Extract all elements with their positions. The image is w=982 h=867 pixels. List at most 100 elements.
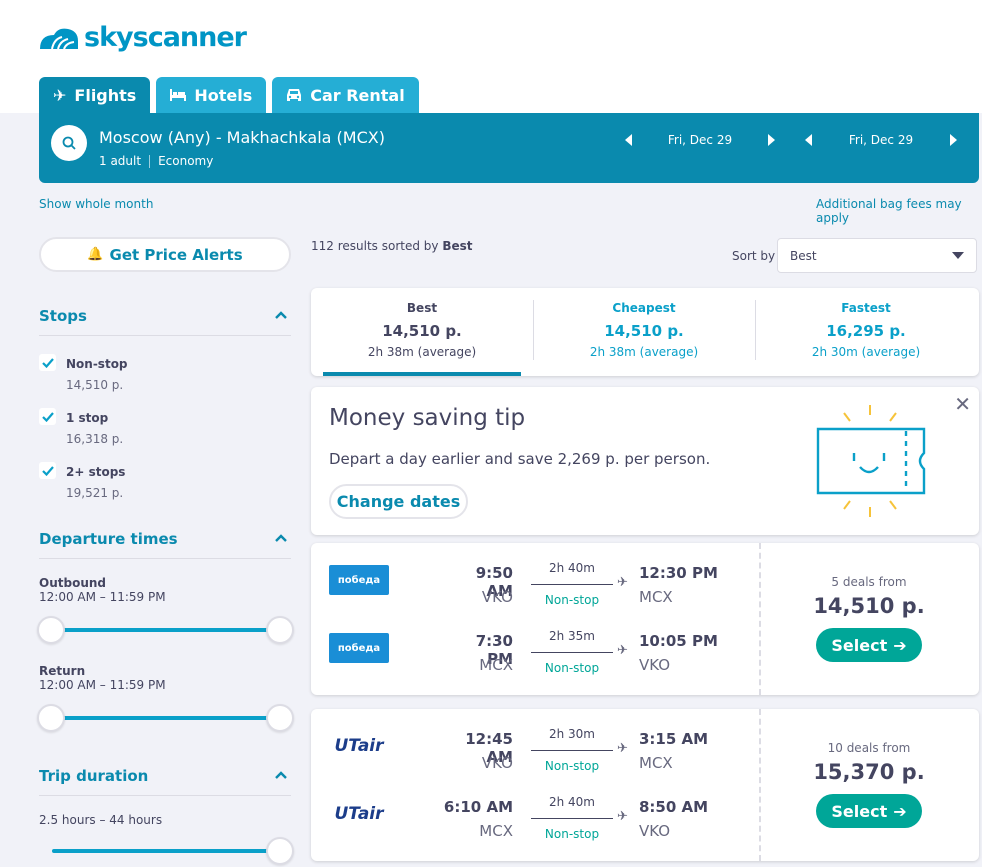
stop-option-one-stop[interactable]: 1 stop 16,318 р.	[39, 408, 123, 446]
results-count-text: 112 results sorted by	[311, 239, 443, 253]
chevron-up-icon	[275, 534, 287, 542]
return-range: 12:00 AM – 11:59 PM	[39, 678, 166, 692]
stops-section-header[interactable]: Stops	[39, 307, 291, 336]
arrival-time: 10:05 PM	[639, 632, 718, 650]
check-icon	[41, 411, 54, 422]
return-slider-end-handle[interactable]	[266, 704, 294, 732]
cabin-class-text: Economy	[158, 154, 214, 168]
plane-icon: ✈	[617, 809, 628, 824]
sort-select[interactable]: Best	[777, 238, 977, 273]
departure-times-section-header[interactable]: Departure times	[39, 530, 291, 559]
sort-tab-fastest[interactable]: Fastest 16,295 р. 2h 30m (average)	[755, 288, 977, 376]
arrival-time: 12:30 PM	[639, 564, 718, 582]
next-depart-date-icon[interactable]	[768, 133, 775, 146]
tab-car-rental[interactable]: Car Rental	[272, 77, 419, 113]
deals-count: 5 deals from	[831, 575, 907, 589]
return-date[interactable]: Fri, Dec 29	[812, 133, 950, 147]
select-button[interactable]: Select ➔	[816, 794, 922, 828]
outbound-time-range: Outbound 12:00 AM – 11:59 PM	[39, 576, 166, 604]
return-time-range: Return 12:00 AM – 11:59 PM	[39, 664, 166, 692]
itinerary-card[interactable]: победа 9:50 AM VKO 2h 40m ✈ Non-stop 12:…	[311, 543, 979, 695]
stop-option-nonstop[interactable]: Non-stop 14,510 р.	[39, 354, 128, 392]
tab-hotels-label: Hotels	[194, 85, 253, 105]
car-icon	[287, 89, 302, 101]
outbound-range: 12:00 AM – 11:59 PM	[39, 590, 166, 604]
close-icon[interactable]: ✕	[954, 392, 971, 416]
return-label: Return	[39, 664, 86, 678]
depart-date-picker: Fri, Dec 29	[625, 113, 775, 166]
departure-times-title: Departure times	[39, 530, 178, 548]
skyscanner-logo[interactable]: skyscanner	[38, 22, 247, 53]
return-date-picker: Fri, Dec 29	[805, 113, 957, 166]
departure-airport: VKO	[481, 754, 513, 772]
change-dates-button[interactable]: Change dates	[329, 484, 468, 519]
price-alerts-button[interactable]: 🔔 Get Price Alerts	[39, 237, 291, 272]
outbound-slider-start-handle[interactable]	[37, 616, 65, 644]
departure-airport: VKO	[481, 588, 513, 606]
select-button[interactable]: Select ➔	[816, 628, 922, 662]
stop-option-label: Non-stop	[66, 357, 128, 371]
sort-tab-duration: 2h 30m (average)	[811, 345, 921, 359]
route-line	[531, 818, 613, 819]
chevron-down-icon	[952, 252, 964, 259]
next-return-date-icon[interactable]	[950, 133, 957, 146]
sort-tab-title: Best	[406, 301, 438, 315]
chevron-up-icon	[275, 311, 287, 319]
tab-hotels[interactable]: Hotels	[156, 77, 267, 113]
outbound-leg: победа 9:50 AM VKO 2h 40m ✈ Non-stop 12:…	[311, 543, 751, 607]
stop-option-two-plus-stops[interactable]: 2+ stops 19,521 р.	[39, 462, 125, 500]
outbound-slider-end-handle[interactable]	[266, 616, 294, 644]
sort-tab-price: 16,295 р.	[826, 322, 906, 340]
deals-count: 10 deals from	[827, 741, 911, 755]
tip-title: Money saving tip	[329, 405, 526, 431]
sort-tab-best[interactable]: Best 14,510 р. 2h 38m (average)	[311, 288, 533, 376]
tab-flights[interactable]: ✈ Flights	[39, 77, 151, 113]
show-whole-month-link[interactable]: Show whole month	[39, 197, 153, 211]
stops-title: Stops	[39, 307, 87, 325]
sort-tab-price: 14,510 р.	[382, 322, 462, 340]
sort-tab-title: Cheapest	[612, 301, 676, 315]
prev-return-date-icon[interactable]	[805, 133, 812, 146]
check-icon	[41, 357, 54, 368]
duration-slider-track	[52, 849, 280, 853]
outbound-label: Outbound	[39, 576, 106, 590]
depart-date[interactable]: Fri, Dec 29	[632, 133, 768, 147]
checkbox-checked[interactable]	[39, 462, 56, 479]
return-leg: победа 7:30 PM MCX 2h 35m ✈ Non-stop 10:…	[311, 611, 751, 675]
sort-tab-cheapest[interactable]: Cheapest 14,510 р. 2h 38m (average)	[533, 288, 755, 376]
stop-option-price: 19,521 р.	[66, 486, 124, 500]
search-summary-bar[interactable]: Moscow (Any) - Makhachkala (MCX) 1 adult…	[39, 113, 979, 183]
stop-option-price: 16,318 р.	[66, 432, 124, 446]
flight-duration: 2h 35m	[548, 629, 595, 643]
tab-flights-label: Flights	[74, 85, 137, 105]
search-button[interactable]	[51, 125, 87, 161]
prev-depart-date-icon[interactable]	[625, 133, 632, 146]
itinerary-card[interactable]: UTair 12:45 AM VKO 2h 30m ✈ Non-stop 3:1…	[311, 709, 979, 861]
checkbox-checked[interactable]	[39, 408, 56, 425]
itinerary-price: 15,370 р.	[813, 760, 925, 784]
tab-car-rental-label: Car Rental	[310, 85, 405, 105]
departure-airport: MCX	[479, 656, 513, 674]
bag-fees-link[interactable]: Additional bag fees may apply	[816, 197, 982, 225]
tip-text: Depart a day earlier and save 2,269 р. p…	[329, 450, 711, 468]
ticket-illustration-icon	[816, 405, 926, 517]
return-leg: UTair 6:10 AM MCX 2h 40m ✈ Non-stop 8:50…	[311, 777, 751, 841]
departure-airport: MCX	[479, 822, 513, 840]
bell-icon: 🔔	[87, 247, 104, 262]
trip-duration-title: Trip duration	[39, 767, 149, 785]
plane-icon: ✈	[617, 575, 628, 590]
airline-logo: победа	[329, 633, 389, 663]
bed-icon	[170, 89, 187, 101]
duration-slider-handle[interactable]	[266, 837, 294, 865]
price-alerts-label: Get Price Alerts	[109, 245, 243, 264]
sort-tabs-card: Best 14,510 р. 2h 38m (average) Cheapest…	[311, 288, 979, 376]
chevron-up-icon	[275, 771, 287, 779]
return-slider-start-handle[interactable]	[37, 704, 65, 732]
checkbox-checked[interactable]	[39, 354, 56, 371]
stop-option-label: 2+ stops	[66, 465, 126, 479]
sort-tab-duration: 2h 38m (average)	[589, 345, 699, 359]
trip-duration-section-header[interactable]: Trip duration	[39, 767, 291, 796]
outbound-slider-track	[52, 628, 280, 632]
stop-option-label: 1 stop	[66, 411, 109, 425]
airline-logo: UTair	[334, 736, 384, 756]
